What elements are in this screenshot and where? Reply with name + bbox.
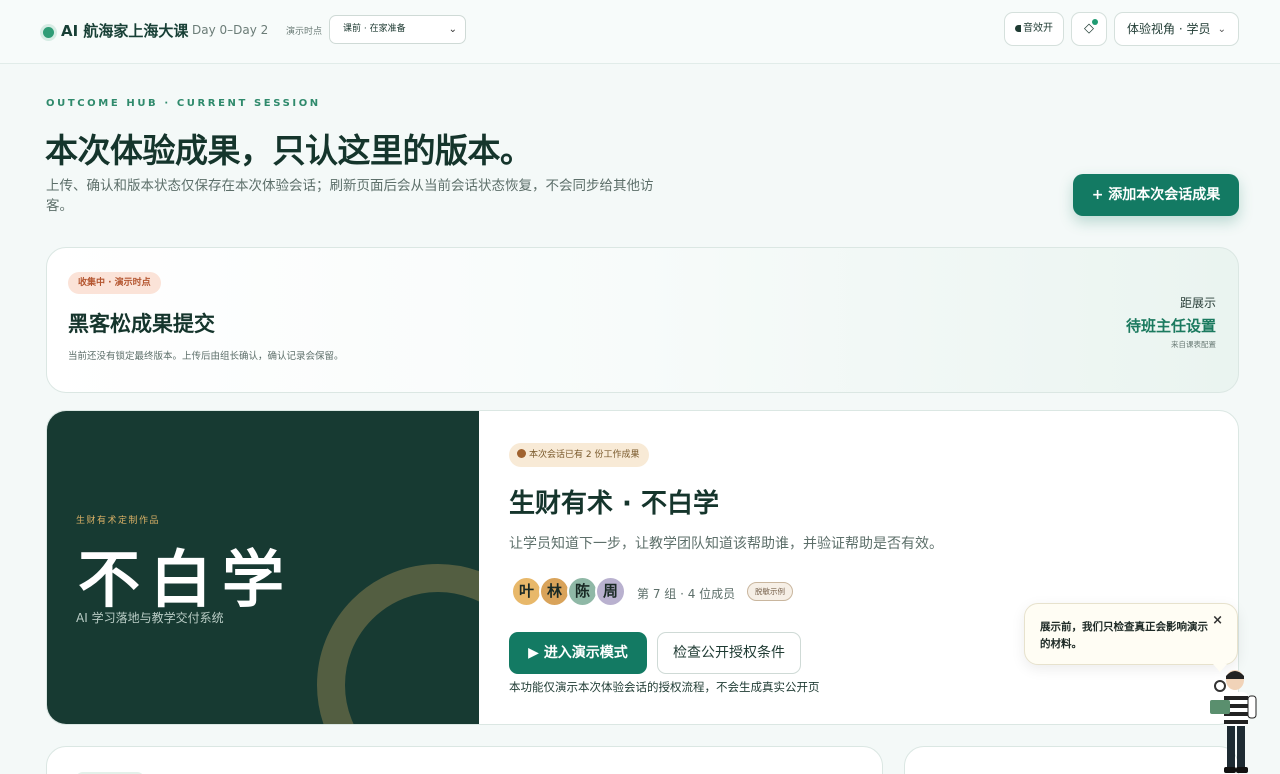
countdown-value: 待班主任设置 xyxy=(1125,317,1216,335)
brand-title[interactable]: AI 航海家上海大课 xyxy=(61,20,188,41)
countdown-label: 距展示 xyxy=(1179,296,1216,310)
tooltip-text: 展示前，我们只检查真正会影响演示的材料。 xyxy=(1040,621,1208,650)
mascot-leg xyxy=(1227,726,1235,768)
chevron-down-icon: ⌄ xyxy=(448,24,457,35)
chevron-down-icon: ⌄ xyxy=(1217,24,1226,35)
add-outcome-button[interactable]: + 添加本次会话成果 xyxy=(1073,174,1239,216)
decorative-ring xyxy=(317,564,479,724)
sound-icon xyxy=(1015,25,1021,32)
hero-subtitle: 上传、确认和版本状态仅保存在本次体验会话；刷新页面后会从当前会话状态恢复，不会同… xyxy=(46,178,654,214)
mascot-leg xyxy=(1237,726,1245,768)
page-title: 本次体验成果，只认这里的版本。 xyxy=(45,131,533,170)
guide-tooltip: 展示前，我们只检查真正会影响演示的材料。 × xyxy=(1024,603,1238,665)
sample-tag: 脱敏示例 xyxy=(747,582,793,601)
cover-kicker: 生财有术定制作品 xyxy=(76,516,161,526)
badge-dot-icon xyxy=(517,449,526,458)
submission-desc: 当前还没有锁定最终版本。上传后由组长确认，确认记录会保留。 xyxy=(68,351,344,362)
enter-demo-button[interactable]: ▶ 进入演示模式 xyxy=(509,632,647,674)
avatar: 叶 xyxy=(511,576,542,607)
badge-text: 本次会话已有 2 份工作成果 xyxy=(529,450,640,460)
side-card xyxy=(904,746,1239,774)
mascot-hair xyxy=(1226,671,1244,679)
brand-days: Day 0–Day 2 xyxy=(192,23,269,37)
avatar: 周 xyxy=(595,576,626,607)
countdown-source: 来自课表配置 xyxy=(1171,340,1216,349)
close-icon[interactable]: × xyxy=(1212,613,1223,628)
avatar: 林 xyxy=(539,576,570,607)
check-license-button[interactable]: 检查公开授权条件 xyxy=(657,632,801,674)
sound-toggle-button[interactable]: 音效开 xyxy=(1004,12,1064,46)
diamond-button[interactable]: ◇ xyxy=(1071,12,1107,46)
team-info: 第 7 组 · 4 位成员 xyxy=(637,587,736,601)
cover-title: 不白学 xyxy=(78,543,295,616)
submission-title: 黑客松成果提交 xyxy=(68,312,215,336)
demo-note: 本功能仅演示本次体验会话的授权流程，不会生成真实公开页 xyxy=(509,680,820,694)
outcome-count-badge: 本次会话已有 2 份工作成果 xyxy=(509,443,650,467)
project-card: 生财有术定制作品 不白学 AI 学习落地与教学交付系统 本次会话已有 2 份工作… xyxy=(46,410,1239,725)
magnifier-icon xyxy=(1214,680,1226,692)
avatar: 陈 xyxy=(567,576,598,607)
notification-dot-icon xyxy=(1092,19,1098,25)
submission-card: 收集中 · 演示时点 黑客松成果提交 当前还没有锁定最终版本。上传后由组长确认，… xyxy=(46,247,1239,393)
project-title: 生财有术 · 不白学 xyxy=(509,489,719,519)
status-dot-icon xyxy=(43,27,54,38)
timepoint-value: 课前 · 在家准备 xyxy=(343,24,406,34)
next-card xyxy=(46,746,883,774)
role-label: 体验视角 · 学员 xyxy=(1127,22,1211,36)
project-cover: 生财有术定制作品 不白学 AI 学习落地与教学交付系统 xyxy=(47,411,479,724)
project-desc: 让学员知道下一步，让教学团队知道该帮助谁，并验证帮助是否有效。 xyxy=(509,536,943,552)
status-badge: 收集中 · 演示时点 xyxy=(68,272,161,294)
timepoint-label: 演示时点 xyxy=(286,27,323,37)
top-bar: AI 航海家上海大课 Day 0–Day 2 演示时点 课前 · 在家准备 ⌄ … xyxy=(0,0,1280,64)
tablet-icon xyxy=(1210,700,1230,714)
cover-subtitle: AI 学习落地与教学交付系统 xyxy=(76,611,224,625)
timepoint-select[interactable]: 课前 · 在家准备 ⌄ xyxy=(329,15,466,44)
mascot-figure[interactable] xyxy=(1198,668,1262,774)
role-switch-button[interactable]: 体验视角 · 学员 ⌄ xyxy=(1114,12,1239,46)
hero-eyebrow: OUTCOME HUB · CURRENT SESSION xyxy=(46,98,321,109)
sound-label: 音效开 xyxy=(1023,23,1053,34)
